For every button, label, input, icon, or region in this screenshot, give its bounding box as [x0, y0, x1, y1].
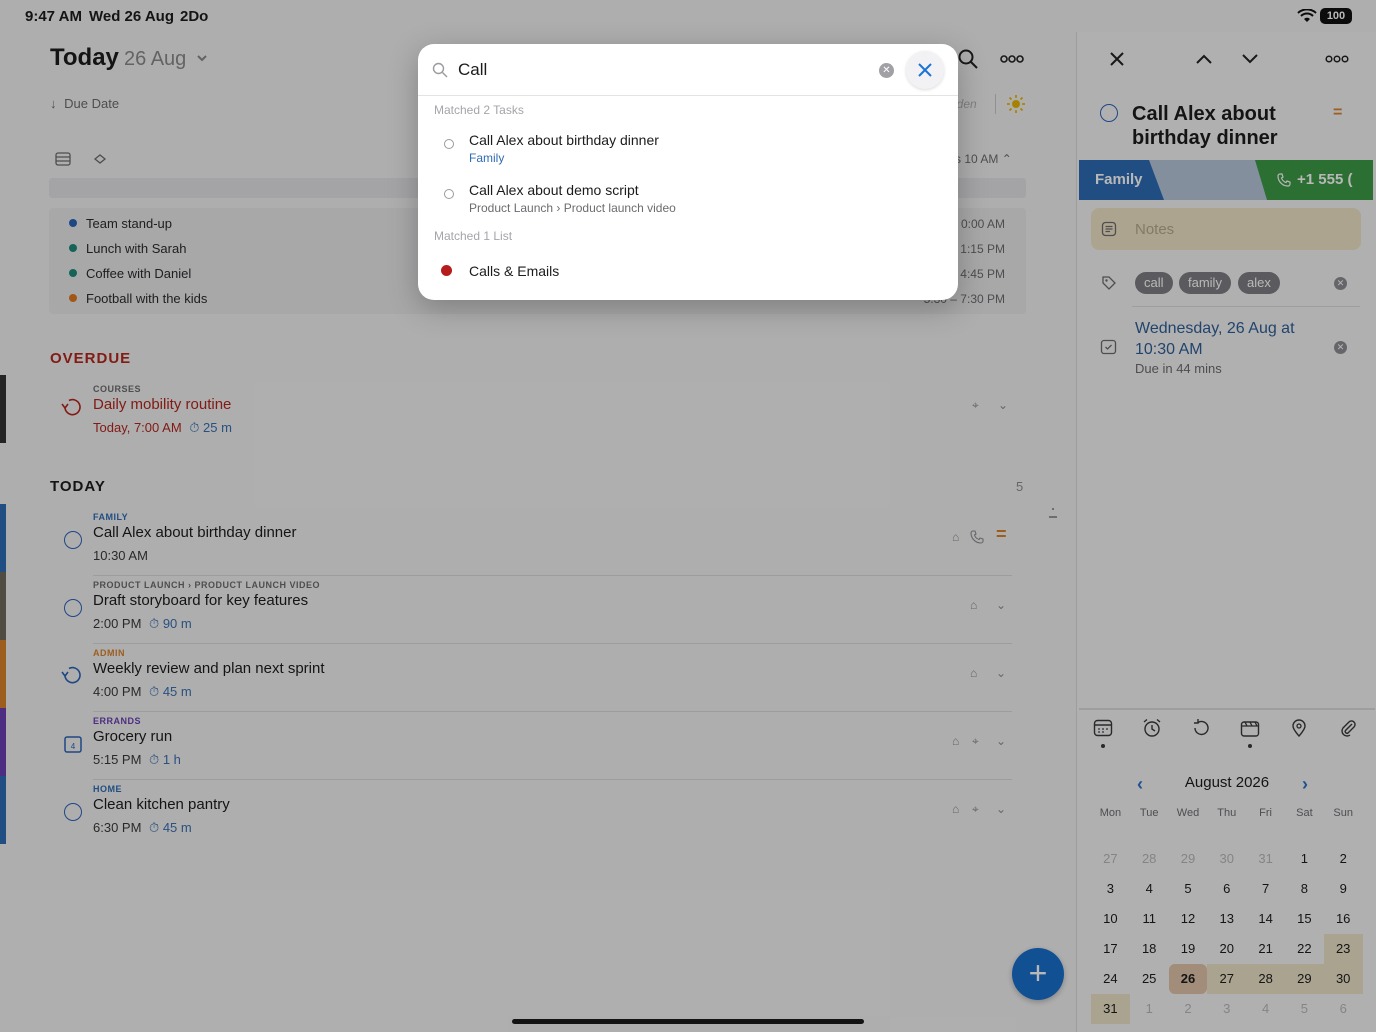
task-checkbox — [444, 139, 454, 149]
close-search-button[interactable] — [906, 51, 944, 89]
result-title: Call Alex about birthday dinner — [469, 132, 659, 148]
search-icon — [432, 62, 448, 78]
search-result-task[interactable]: Call Alex about demo script Product Laun… — [418, 176, 958, 220]
result-title: Call Alex about demo script — [469, 182, 639, 198]
search-modal: ✕ Matched 2 Tasks Call Alex about birthd… — [418, 44, 958, 300]
result-subtitle: Product Launch › Product launch video — [469, 201, 676, 215]
task-checkbox — [444, 189, 454, 199]
result-title: Calls & Emails — [469, 263, 560, 279]
result-subtitle: Family — [469, 151, 505, 165]
search-result-task[interactable]: Call Alex about birthday dinner Family — [418, 126, 958, 170]
clear-search-icon[interactable]: ✕ — [879, 63, 894, 78]
results-group-heading: Matched 1 List — [434, 229, 513, 243]
search-bar: ✕ — [418, 44, 958, 96]
results-group-heading: Matched 2 Tasks — [434, 103, 524, 117]
list-color-dot — [441, 265, 452, 276]
search-result-list[interactable]: Calls & Emails — [418, 250, 958, 294]
close-icon — [918, 63, 932, 77]
search-input[interactable] — [458, 58, 868, 82]
